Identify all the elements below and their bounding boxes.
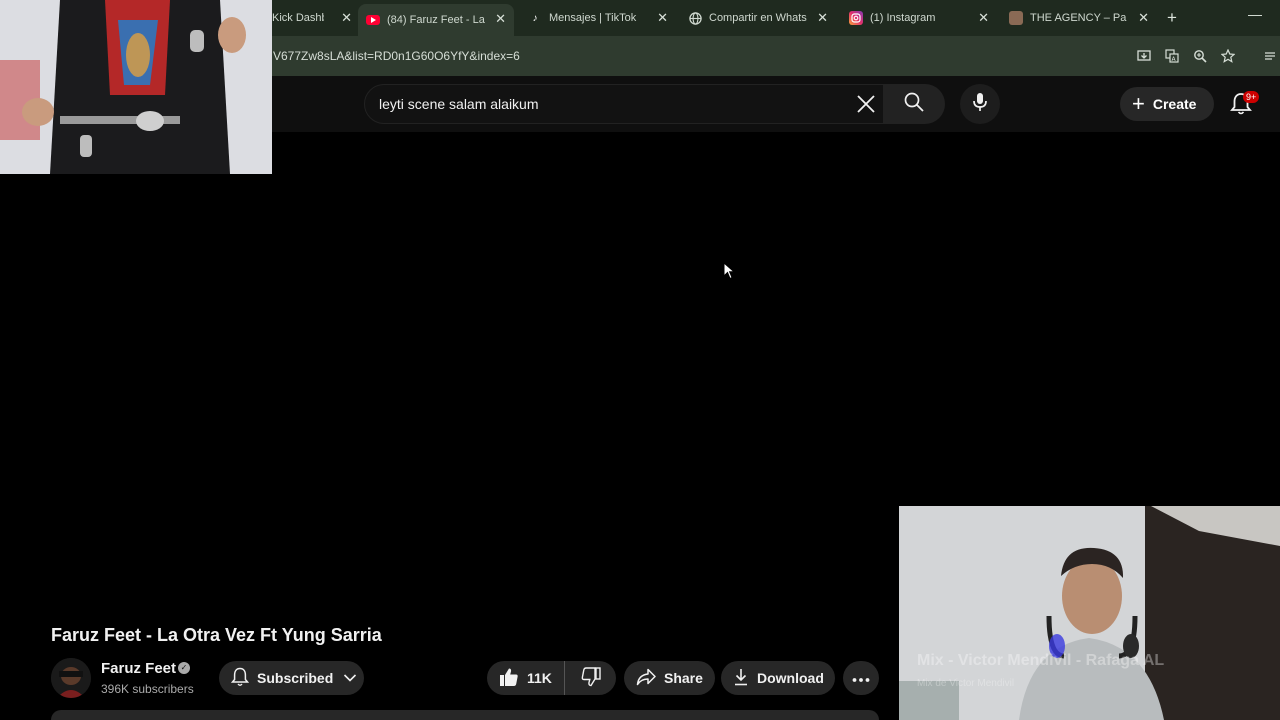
download-label: Download [757, 670, 824, 686]
close-tab-icon[interactable]: ✕ [495, 11, 506, 27]
youtube-icon [366, 15, 380, 25]
description-box[interactable] [51, 710, 879, 720]
create-button[interactable]: + Create [1120, 87, 1214, 121]
new-tab-icon[interactable]: + [1167, 8, 1177, 28]
webcam-overlay-top [0, 0, 272, 174]
subscribed-button[interactable]: Subscribed [219, 661, 364, 695]
search-input[interactable]: leyti scene salam alaikum [379, 96, 539, 112]
notification-badge: 9+ [1243, 91, 1260, 103]
microphone-icon [971, 92, 989, 117]
zoom-icon[interactable] [1192, 48, 1208, 64]
tab-label: Kick Dashboard [272, 12, 324, 24]
bell-icon [230, 667, 250, 690]
tab-label: Compartir en WhatsApp [709, 12, 807, 24]
tab-whatsapp[interactable]: Compartir en WhatsApp ✕ [688, 6, 828, 30]
url-field[interactable]: V677Zw8sLA&list=RD0n1G60O6YfY&index=6 [273, 49, 520, 63]
thumbs-down-icon [581, 666, 601, 690]
create-label: Create [1152, 96, 1197, 112]
tab-label: (1) Instagram [870, 12, 936, 24]
close-tab-icon[interactable]: ✕ [657, 10, 668, 26]
search-icon [903, 91, 925, 118]
now-playing-subtitle: Mix de Victor Mendivil [917, 678, 1015, 689]
tab-instagram[interactable]: (1) Instagram ✕ [849, 6, 989, 30]
share-arrow-icon [636, 668, 656, 689]
download-button[interactable]: Download [721, 661, 835, 695]
tab-youtube[interactable]: (84) Faruz Feet - La Otra Vez ✕ [358, 4, 514, 36]
performer-image [0, 0, 272, 174]
translate-icon[interactable]: A [1164, 48, 1180, 64]
globe-icon [688, 11, 702, 25]
agency-icon [1009, 11, 1023, 25]
tab-label: Mensajes | TikTok [549, 12, 637, 24]
close-tab-icon[interactable]: ✕ [1138, 10, 1149, 26]
subscriber-count: 396K subscribers [101, 682, 194, 696]
verified-check-icon: ✓ [178, 662, 190, 674]
minimize-icon[interactable]: — [1248, 6, 1262, 22]
tab-label: THE AGENCY – Paloma [1030, 12, 1127, 24]
dislike-button[interactable] [565, 661, 616, 695]
video-player[interactable] [0, 132, 900, 610]
clear-search-icon[interactable] [853, 91, 879, 117]
chevron-down-icon [343, 670, 357, 686]
more-horizontal-icon [852, 670, 870, 686]
tab-agency[interactable]: THE AGENCY – Paloma ✕ [1009, 6, 1149, 30]
like-button[interactable]: 11K [487, 661, 565, 695]
tab-tiktok[interactable]: ♪ Mensajes | TikTok ✕ [528, 6, 669, 30]
channel-avatar[interactable] [51, 658, 91, 698]
instagram-icon [849, 11, 863, 25]
tab-label: (84) Faruz Feet - La Otra Vez [387, 14, 487, 26]
search-button[interactable] [883, 84, 945, 124]
more-actions-button[interactable] [843, 661, 879, 695]
tiktok-icon: ♪ [532, 12, 538, 24]
channel-name[interactable]: Faruz Feet [101, 660, 176, 677]
tab-kick[interactable]: Kick Dashboard ✕ [272, 6, 352, 30]
mouse-cursor-icon [723, 261, 736, 285]
bookmark-star-icon[interactable] [1220, 48, 1236, 64]
like-count: 11K [527, 670, 552, 686]
webcam-overlay-bottom: Mix - Victor Mendivil - Rafaga AL Mix de… [899, 506, 1280, 720]
share-label: Share [664, 670, 703, 686]
close-tab-icon[interactable]: ✕ [817, 10, 828, 26]
install-app-icon[interactable] [1136, 48, 1152, 64]
close-tab-icon[interactable]: ✕ [978, 10, 989, 26]
voice-search-button[interactable] [960, 84, 1000, 124]
close-tab-icon[interactable]: ✕ [341, 10, 352, 26]
video-title: Faruz Feet - La Otra Vez Ft Yung Sarria [51, 625, 382, 645]
share-button[interactable]: Share [624, 661, 715, 695]
like-dislike-group: 11K [487, 661, 616, 695]
now-playing-overlay: Mix - Victor Mendivil - Rafaga AL [917, 652, 1165, 669]
subscribed-label: Subscribed [257, 670, 334, 686]
thumbs-up-icon [499, 667, 519, 690]
download-icon [733, 668, 749, 689]
reading-list-icon[interactable] [1262, 48, 1278, 64]
plus-icon: + [1132, 91, 1145, 116]
search-box[interactable]: leyti scene salam alaikum [364, 84, 884, 124]
